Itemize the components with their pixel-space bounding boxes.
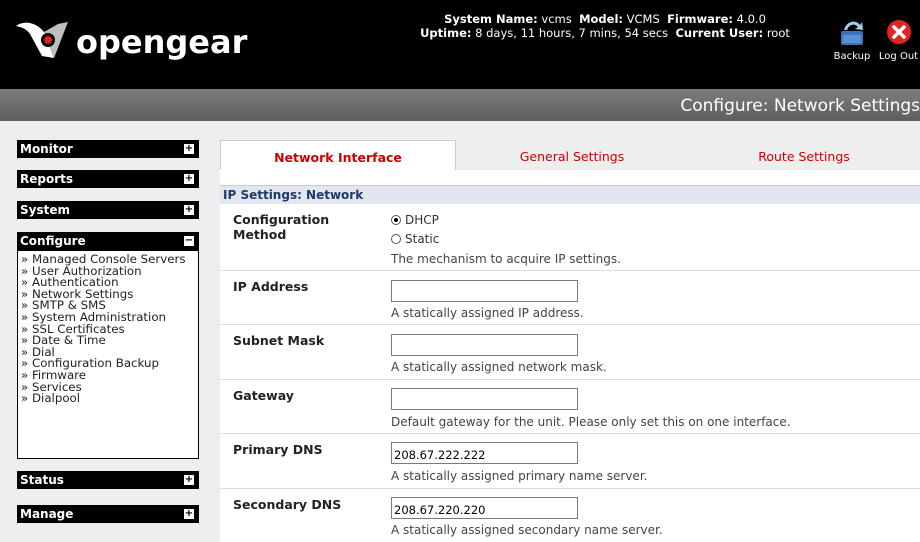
sidebar-item-label: Configure: [20, 234, 86, 248]
sidebar-item-manage[interactable]: Manage +: [17, 505, 199, 523]
secondary-dns-help: A statically assigned secondary name ser…: [391, 523, 663, 537]
firmware-label: Firmware:: [667, 12, 733, 26]
radio-unselected-icon[interactable]: [391, 234, 401, 244]
configure-submenu: » Managed Console Servers » User Authori…: [17, 250, 199, 459]
backup-button[interactable]: Backup: [830, 17, 874, 62]
header-bar: opengear System Name: vcms Model: VCMS F…: [0, 0, 920, 89]
ip-address-label: IP Address: [233, 279, 309, 294]
sidebar-item-system[interactable]: System +: [17, 201, 199, 219]
current-user-value: root: [766, 26, 790, 40]
title-bar: Configure: Network Settings: [0, 89, 920, 121]
tab-network-interface[interactable]: Network Interface: [220, 140, 456, 170]
primary-dns-help: A statically assigned primary name serve…: [391, 469, 648, 483]
gateway-label: Gateway: [233, 388, 294, 403]
expand-icon[interactable]: +: [184, 174, 194, 184]
subnet-mask-help: A statically assigned network mask.: [391, 360, 607, 374]
subnet-mask-label: Subnet Mask: [233, 333, 325, 348]
expand-icon[interactable]: +: [184, 144, 194, 154]
firmware-value: 4.0.0: [736, 12, 766, 26]
secondary-dns-label: Secondary DNS: [233, 497, 342, 512]
tab-general-settings[interactable]: General Settings: [456, 140, 688, 170]
collapse-icon[interactable]: −: [184, 236, 194, 246]
sidebar-item-label: Reports: [20, 172, 74, 186]
tab-bar: Network Interface General Settings Route…: [220, 140, 920, 170]
page-title: Configure: Network Settings: [680, 96, 920, 116]
uptime-value: 8 days, 11 hours, 7 mins, 54 secs: [475, 26, 669, 40]
system-name-label: System Name:: [444, 12, 538, 26]
current-user-label: Current User:: [675, 26, 764, 40]
gateway-row: Gateway Default gateway for the unit. Pl…: [220, 380, 920, 434]
radio-selected-icon[interactable]: [391, 215, 401, 225]
ip-address-input[interactable]: [391, 280, 578, 302]
sidebar-item-label: Monitor: [20, 142, 73, 156]
secondary-dns-input[interactable]: [391, 497, 578, 519]
logout-label: Log Out: [878, 51, 919, 62]
subnet-mask-input[interactable]: [391, 334, 578, 356]
gateway-input[interactable]: [391, 388, 578, 410]
sidebar-item-label: System: [20, 203, 70, 217]
section-title: IP Settings: Network: [220, 185, 920, 204]
settings-panel: IP Settings: Network Configuration Metho…: [220, 170, 920, 542]
system-name-value: vcms: [541, 12, 572, 26]
submenu-link-dialpool[interactable]: » Dialpool: [21, 392, 195, 405]
system-info: System Name: vcms Model: VCMS Firmware: …: [375, 12, 835, 40]
config-method-help: The mechanism to acquire IP settings.: [391, 252, 621, 266]
config-method-label: Configuration Method: [233, 212, 330, 242]
sidebar-item-status[interactable]: Status +: [17, 471, 199, 489]
expand-icon[interactable]: +: [184, 205, 194, 215]
dhcp-radio[interactable]: DHCP: [391, 213, 439, 227]
dhcp-radio-label: DHCP: [405, 213, 439, 227]
logout-button[interactable]: Log Out: [877, 17, 920, 62]
primary-dns-row: Primary DNS A statically assigned primar…: [220, 434, 920, 489]
ip-address-help: A statically assigned IP address.: [391, 306, 584, 320]
gateway-help: Default gateway for the unit. Please onl…: [391, 415, 791, 429]
config-method-row: Configuration Method DHCP Static The mec…: [220, 204, 920, 271]
uptime-label: Uptime:: [420, 26, 472, 40]
primary-dns-input[interactable]: [391, 442, 578, 464]
model-label: Model:: [579, 12, 623, 26]
expand-icon[interactable]: +: [184, 475, 194, 485]
ip-address-row: IP Address A statically assigned IP addr…: [220, 271, 920, 325]
tab-route-settings[interactable]: Route Settings: [688, 140, 920, 170]
sidebar-item-configure[interactable]: Configure −: [17, 232, 199, 250]
model-value: VCMS: [626, 12, 660, 26]
sidebar-item-monitor[interactable]: Monitor +: [17, 140, 199, 158]
expand-icon[interactable]: +: [184, 509, 194, 519]
logo-wordmark: opengear: [76, 23, 248, 61]
sidebar-item-label: Status: [20, 473, 64, 487]
sidebar-item-reports[interactable]: Reports +: [17, 170, 199, 188]
backup-icon: [841, 21, 863, 45]
primary-dns-label: Primary DNS: [233, 442, 323, 457]
opengear-logo-icon: [14, 18, 70, 64]
secondary-dns-row: Secondary DNS A statically assigned seco…: [220, 489, 920, 542]
subnet-mask-row: Subnet Mask A statically assigned networ…: [220, 325, 920, 380]
static-radio[interactable]: Static: [391, 232, 439, 246]
sidebar-item-label: Manage: [20, 507, 74, 521]
opengear-logo: opengear: [14, 18, 247, 64]
backup-label: Backup: [833, 51, 871, 62]
close-icon: [886, 20, 911, 44]
static-radio-label: Static: [405, 232, 440, 246]
